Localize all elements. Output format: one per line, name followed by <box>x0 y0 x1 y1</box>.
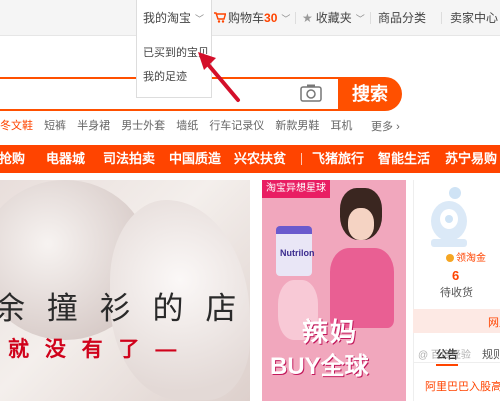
watermark: @ 百度经验 <box>418 350 471 361</box>
nav-item[interactable]: 司法拍卖 <box>103 145 155 173</box>
my-taobao-menu[interactable]: 我的淘宝 ﹀ <box>136 0 212 37</box>
cart-count: 30 <box>264 11 278 25</box>
hotword-link[interactable]: 新款男鞋 <box>275 120 319 132</box>
hotword-link[interactable]: 行车记录仪 <box>209 120 264 132</box>
nav-item[interactable]: 兴农扶贫 <box>234 145 286 173</box>
nav-item[interactable]: 电器城 <box>46 145 85 173</box>
pending-label[interactable]: 待收货 <box>440 284 473 300</box>
tab-rules[interactable]: 规则 <box>482 346 500 362</box>
chevron-down-icon: ﹀ <box>355 14 365 24</box>
divider <box>441 12 442 24</box>
hotword-link[interactable]: 短裤 <box>44 120 66 132</box>
hotword-link[interactable]: 半身裙 <box>77 120 110 132</box>
seller-center-label: 卖家中心 <box>450 11 499 25</box>
nav-item[interactable]: 飞猪旅行 <box>312 145 364 173</box>
nav-item[interactable]: 中国质造 <box>169 145 221 173</box>
banner-subtitle: 就 没 有 了 — <box>8 338 182 361</box>
star-icon: ★ <box>302 11 313 25</box>
annotation-arrow-icon <box>198 52 240 102</box>
gold-coin-label: 领淘金 <box>456 253 486 264</box>
hotword-link[interactable]: 男士外套 <box>121 120 165 132</box>
hotwords-more-link[interactable]: 更多 › <box>371 118 400 134</box>
coin-icon <box>446 254 454 262</box>
hotword-link[interactable]: 耳机 <box>330 120 352 132</box>
product-label: Nutrilon <box>280 248 315 258</box>
promo-banner[interactable]: 淘宝异想星球 Nutrilon 辣妈 BUY全球 <box>262 180 406 401</box>
site-topbar: 我的淘宝﹀ 购物车30﹀ ★收藏夹﹀ 商品分类 卖家中心﹀ <box>0 0 500 37</box>
pending-count[interactable]: 6 <box>452 268 459 283</box>
divider <box>295 12 296 24</box>
notice-link[interactable]: 阿里巴巴入股高鑫 <box>425 378 500 394</box>
promo-subline: BUY全球 <box>270 353 369 380</box>
favorites-link[interactable]: ★ 收藏夹 ﹀ <box>302 0 365 36</box>
avatar[interactable] <box>425 185 473 251</box>
favorites-label: 收藏夹 <box>315 11 352 25</box>
nav-item[interactable]: 苏宁易购 <box>445 145 497 173</box>
hotword-link[interactable]: 墙纸 <box>176 120 198 132</box>
model-face <box>348 208 374 240</box>
nav-item[interactable]: 智能生活 <box>378 145 430 173</box>
seller-center-link[interactable]: 卖家中心﹀ <box>450 0 500 36</box>
nav-item[interactable]: 淘抢购 <box>0 145 25 173</box>
search-button[interactable]: 搜索 <box>338 77 402 111</box>
cart-label: 购物车 <box>228 11 265 25</box>
more-label: 更多 <box>371 121 393 133</box>
nav-divider <box>301 153 302 165</box>
cart-link[interactable]: 购物车30 ﹀ <box>214 0 290 36</box>
divider <box>370 12 371 24</box>
categories-link[interactable]: 商品分类 <box>378 0 426 36</box>
hotwords-list: 冬文鞋 短裤 半身裙 男士外套 墙纸 行车记录仪 新款男鞋 耳机 <box>0 118 360 134</box>
chevron-down-icon: ﹀ <box>195 14 205 24</box>
account-action-label: 网上 <box>488 317 500 329</box>
promo-headline: 辣妈 <box>302 317 359 347</box>
chevron-right-icon: › <box>396 121 400 133</box>
my-taobao-label: 我的淘宝 <box>143 11 192 25</box>
account-action-bar[interactable] <box>413 309 500 333</box>
gold-coin-badge[interactable]: 领淘金 <box>446 249 486 264</box>
promo-tag: 淘宝异想星球 <box>262 180 330 198</box>
banner-title: 余 撞 衫 的 店 <box>0 291 243 327</box>
chevron-down-icon: ﹀ <box>281 14 291 24</box>
hotword-link[interactable]: 冬文鞋 <box>0 120 33 132</box>
cart-icon <box>214 12 227 23</box>
camera-icon[interactable] <box>300 84 322 102</box>
channel-nav: 淘抢购 电器城 司法拍卖 中国质造 兴农扶贫 飞猪旅行 智能生活 苏宁易购 <box>0 145 500 173</box>
